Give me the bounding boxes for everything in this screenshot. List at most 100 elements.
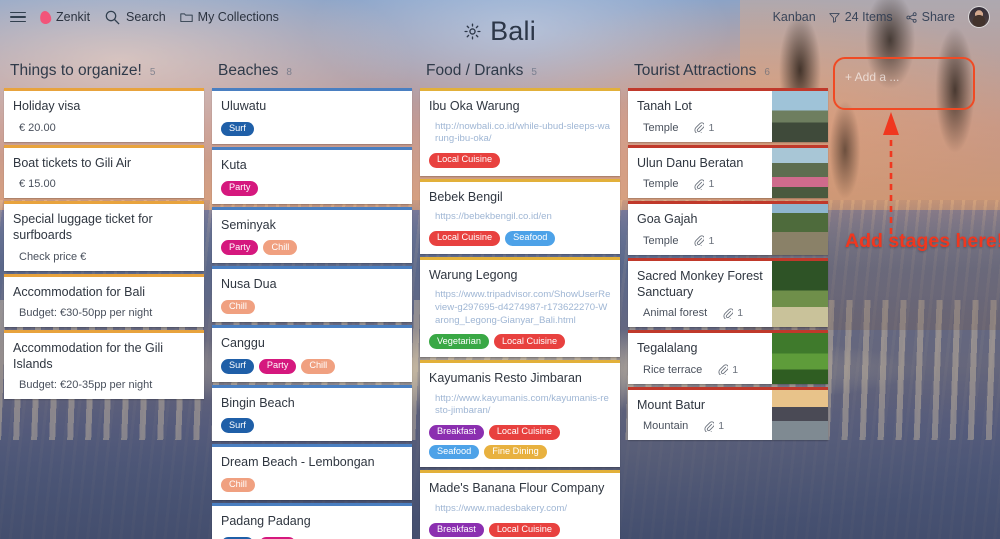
tag-chip[interactable]: Surf [221, 121, 254, 137]
kanban-card[interactable]: Bingin Beach Surf [212, 384, 412, 441]
tag-chip[interactable]: Surf [221, 358, 254, 374]
card-attachment: 1 [704, 420, 724, 432]
tag-chip[interactable]: Party [221, 180, 259, 196]
card-link[interactable]: https://www.tripadvisor.com/ShowUserRevi… [429, 289, 611, 327]
card-title: Bingin Beach [221, 395, 295, 410]
card-thumbnail [772, 260, 828, 328]
view-mode-label: Kanban [772, 10, 816, 24]
column-header[interactable]: Tourist Attractions 6 [628, 62, 828, 88]
kanban-card[interactable]: Accommodation for the Gili Islands Budget… [4, 330, 204, 400]
share-icon [906, 11, 917, 23]
kanban-card[interactable]: Accommodation for Bali Budget: €30-50pp p… [4, 273, 204, 328]
card-attachment: 1 [694, 178, 714, 190]
card-title: Ibu Oka Warung [429, 99, 520, 113]
tag-chip[interactable]: Local Cuisine [429, 152, 501, 168]
tag-chip[interactable]: Local Cuisine [429, 230, 501, 246]
paperclip-icon [704, 421, 715, 432]
brand-home-link[interactable]: Zenkit [38, 9, 90, 25]
kanban-card[interactable]: Kayumanis Resto Jimbaran http://www.kayum… [420, 359, 620, 468]
kanban-card[interactable]: Tanah Lot Temple 1 [628, 88, 828, 142]
tag-chip[interactable]: Seafood [505, 230, 556, 246]
kanban-card[interactable]: Ulun Danu Beratan Temple 1 [628, 144, 828, 199]
kanban-card[interactable]: Made's Banana Flour Company https://www.m… [420, 470, 620, 539]
tag-chip[interactable]: Chill [263, 240, 298, 255]
column-count: 8 [286, 67, 292, 78]
column-header[interactable]: Beaches 8 [212, 62, 412, 88]
tag-chip[interactable]: Party [258, 358, 297, 374]
kanban-card[interactable]: Mount Batur Mountain 1 [628, 386, 828, 441]
kanban-card[interactable]: Special luggage ticket for surfboards Che… [4, 201, 204, 271]
tag-chip[interactable]: Local Cuisine [488, 522, 560, 538]
tag-chip[interactable]: Breakfast [429, 424, 484, 440]
kanban-card[interactable]: Kuta Party [212, 147, 412, 204]
paperclip-icon [694, 122, 705, 134]
kanban-card[interactable]: Boat tickets to Gili Air € 15.00 [4, 144, 204, 199]
filter-button[interactable]: 24 Items [829, 10, 893, 24]
view-mode-button[interactable]: Kanban [773, 10, 816, 24]
card-title: Accommodation for the Gili Islands [13, 341, 164, 371]
top-navigation-bar: Zenkit Search My Collections Kanban 24 I… [0, 0, 1000, 34]
attachment-count: 1 [737, 307, 744, 320]
column-count: 5 [531, 67, 537, 78]
kanban-card[interactable]: Uluwatu Surf [212, 88, 412, 145]
card-title: Canggu [221, 336, 265, 351]
kanban-card[interactable]: Ibu Oka Warung http://nowbali.co.id/while… [420, 88, 620, 176]
tag-chip[interactable]: Chill [301, 358, 336, 374]
card-tags: Surf Party Chill [221, 358, 403, 374]
kanban-card[interactable]: Tegalalang Rice terrace 1 [628, 330, 828, 384]
tag-chip[interactable]: Party [221, 240, 259, 255]
column-title: Beaches [218, 62, 279, 79]
search-button[interactable]: Search [104, 9, 166, 26]
card-link[interactable]: http://nowbali.co.id/while-ubud-sleeps-w… [429, 121, 611, 146]
kanban-column: Tourist Attractions 6 Tanah Lot Temple 1 Ulun… [624, 62, 832, 443]
tag-chip[interactable]: Vegetarian [429, 334, 489, 349]
card-category: Temple [643, 178, 679, 191]
card-category: Temple [643, 121, 679, 134]
card-title: Nusa Dua [221, 276, 277, 291]
kanban-card[interactable]: Dream Beach - Lembongan Chill [212, 443, 412, 501]
paperclip-icon [723, 307, 734, 319]
kanban-card[interactable]: Warung Legong https://www.tripadvisor.com… [420, 256, 620, 357]
card-link[interactable]: https://bebekbengil.co.id/en [429, 211, 611, 224]
tag-chip[interactable]: Local Cuisine [493, 334, 566, 349]
kanban-card[interactable]: Goa Gajah Temple 1 [628, 201, 828, 255]
paperclip-icon [718, 364, 729, 376]
tag-chip[interactable]: Breakfast [429, 522, 484, 538]
tag-chip[interactable]: Fine Dining [484, 444, 547, 460]
card-title: Mount Batur [637, 397, 706, 412]
tag-chip[interactable]: Local Cuisine [488, 424, 560, 440]
kanban-card[interactable]: Canggu Surf Party Chill [212, 325, 412, 382]
attachment-count: 1 [708, 121, 715, 134]
column-header[interactable]: Food / Dranks 5 [420, 62, 620, 88]
add-stage-placeholder[interactable]: + Add a ... [845, 70, 899, 84]
card-link[interactable]: http://www.kayumanis.com/kayumanis-resto… [429, 393, 611, 418]
share-button[interactable]: Share [906, 10, 955, 24]
column-header[interactable]: Things to organize! 5 [4, 62, 204, 88]
card-title: Special luggage ticket for surfboards [13, 212, 153, 242]
card-title: Bebek Bengil [429, 189, 503, 204]
tag-chip[interactable]: Seafood [429, 444, 480, 460]
kanban-column: Beaches 8 Uluwatu Surf Kuta Party Seminyak Part… [208, 62, 416, 539]
annotation-text: Add stages here! [845, 230, 1000, 252]
tag-chip[interactable]: Surf [221, 418, 254, 433]
card-attachment: 1 [694, 122, 714, 134]
card-link[interactable]: https://www.madesbakery.com/ [429, 503, 611, 516]
card-tags: Local Cuisine Seafood [429, 230, 611, 246]
card-title: Kayumanis Resto Jimbaran [429, 370, 582, 385]
tag-chip[interactable]: Chill [221, 477, 255, 493]
card-title: Warung Legong [429, 267, 518, 282]
card-attachment: 1 [723, 307, 743, 319]
card-tags: Breakfast Local Cuisine [429, 522, 611, 538]
kanban-card[interactable]: Bebek Bengil https://bebekbengil.co.id/en… [420, 178, 620, 254]
my-collections-button[interactable]: My Collections [179, 10, 279, 24]
kanban-card[interactable]: Holiday visa € 20.00 [4, 88, 204, 142]
hamburger-menu-icon[interactable] [10, 11, 26, 23]
card-thumbnail [772, 333, 828, 384]
kanban-card[interactable]: Sacred Monkey Forest Sanctuary Animal for… [628, 257, 828, 328]
kanban-card[interactable]: Seminyak Party Chill [212, 206, 412, 263]
kanban-card[interactable]: Nusa Dua Chill [212, 265, 412, 323]
card-title: Uluwatu [221, 99, 267, 113]
kanban-card[interactable]: Padang PadangSurfParty [212, 503, 412, 539]
tag-chip[interactable]: Chill [221, 299, 255, 315]
user-avatar[interactable] [968, 6, 990, 28]
